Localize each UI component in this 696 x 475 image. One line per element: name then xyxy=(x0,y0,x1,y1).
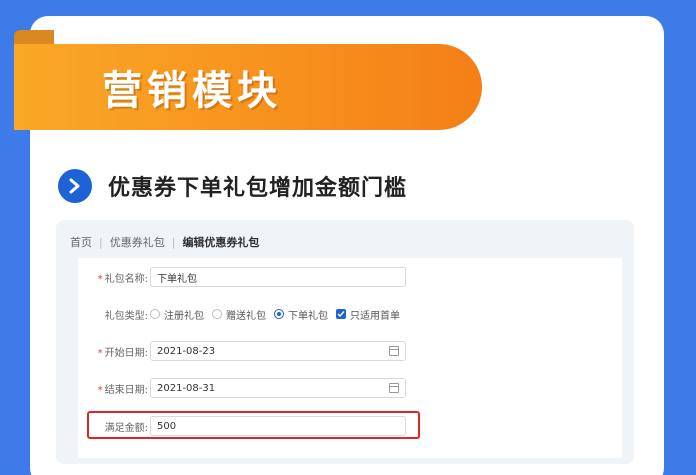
chevron-right-icon xyxy=(58,169,92,203)
end-date-value: 2021-08-31 xyxy=(157,382,216,394)
checkbox-label: 只适用首单 xyxy=(350,310,400,322)
breadcrumb-current: 编辑优惠券礼包 xyxy=(182,236,260,249)
radio-label: 赠送礼包 xyxy=(226,310,266,322)
radio-order[interactable]: 下单礼包 xyxy=(274,307,328,322)
breadcrumb: 首页 | 优惠券礼包 | 编辑优惠券礼包 xyxy=(70,234,259,250)
end-date-label: * 结束日期: xyxy=(78,381,150,396)
gift-name-value: 下单礼包 xyxy=(157,273,197,285)
name-label: * 礼包名称: xyxy=(78,270,150,285)
name-label-text: 礼包名称: xyxy=(104,273,148,285)
checkmark-icon xyxy=(336,309,346,319)
first-order-checkbox[interactable]: 只适用首单 xyxy=(336,307,400,322)
radio-circle-selected xyxy=(274,309,284,319)
start-date-row: * 开始日期: 2021-08-23 xyxy=(78,339,622,363)
calendar-icon[interactable] xyxy=(389,383,399,393)
required-mark: * xyxy=(97,273,103,285)
banner-title: 营销模块 xyxy=(102,68,282,114)
radio-gift[interactable]: 赠送礼包 xyxy=(212,307,266,322)
section-title: 优惠券下单礼包增加金额门槛 xyxy=(108,176,408,201)
radio-register[interactable]: 注册礼包 xyxy=(150,307,204,322)
highlight-box xyxy=(87,411,420,439)
section-header: 优惠券下单礼包增加金额门槛 xyxy=(58,168,407,204)
radio-label: 注册礼包 xyxy=(164,310,204,322)
start-date-label-text: 开始日期: xyxy=(104,347,148,359)
calendar-icon[interactable] xyxy=(389,346,399,356)
start-date-value: 2021-08-23 xyxy=(157,345,216,357)
radio-circle xyxy=(150,309,160,319)
breadcrumb-separator: | xyxy=(171,235,176,249)
radio-circle xyxy=(212,309,222,319)
start-date-label: * 开始日期: xyxy=(78,344,150,359)
required-mark: * xyxy=(97,347,103,359)
end-date-picker[interactable]: 2021-08-31 xyxy=(150,378,406,398)
radio-label: 下单礼包 xyxy=(288,310,328,322)
end-date-row: * 结束日期: 2021-08-31 xyxy=(78,376,622,400)
breadcrumb-home[interactable]: 首页 xyxy=(70,234,92,250)
gift-name-input[interactable]: 下单礼包 xyxy=(150,267,406,287)
type-row: 礼包类型: 注册礼包 赠送礼包 下单礼包 只适用首单 xyxy=(78,302,622,326)
required-mark: * xyxy=(97,384,103,396)
breadcrumb-parent[interactable]: 优惠券礼包 xyxy=(110,234,165,250)
start-date-picker[interactable]: 2021-08-23 xyxy=(150,341,406,361)
end-date-label-text: 结束日期: xyxy=(104,384,148,396)
breadcrumb-separator: | xyxy=(99,235,103,249)
type-label: 礼包类型: xyxy=(104,310,148,322)
name-row: * 礼包名称: 下单礼包 xyxy=(78,265,622,289)
module-banner: 营销模块 xyxy=(14,44,482,130)
type-radio-group: 注册礼包 赠送礼包 下单礼包 只适用首单 xyxy=(150,307,408,322)
